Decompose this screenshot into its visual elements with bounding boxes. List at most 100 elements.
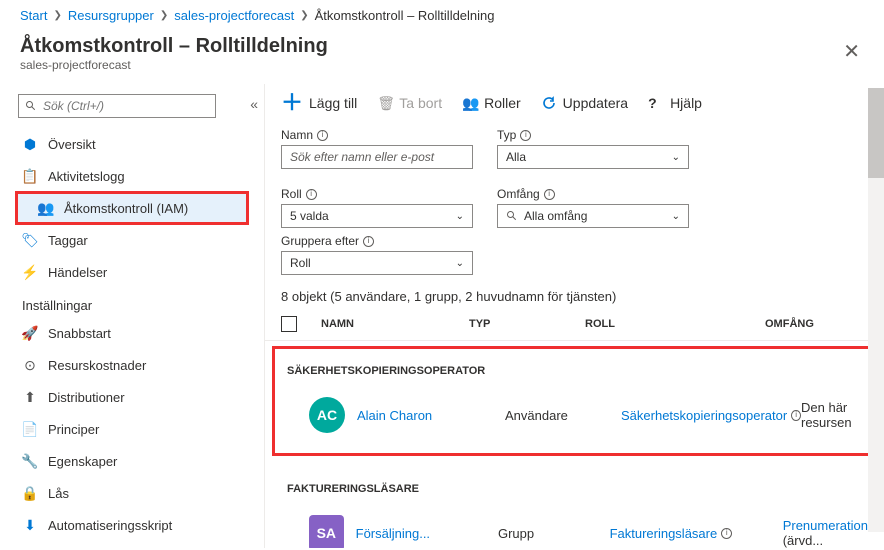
info-icon[interactable]: i [544,189,555,200]
page-title: Åtkomstkontroll – Rolltilldelning [20,35,328,58]
cube-icon: ⬢ [22,136,38,152]
table-row[interactable]: SA Försäljning... Grupp Faktureringsläsa… [281,509,868,548]
deploy-icon: ⬆ [22,389,38,405]
money-icon: ⊙ [22,357,38,373]
page-subtitle: sales-projectforecast [20,58,328,72]
scope-text: Den här resursen [801,400,852,430]
sidebar-item-activitylog[interactable]: 📋 Aktivitetslogg [0,160,264,192]
scope-link[interactable]: Prenumeration [783,518,868,533]
sidebar-item-label: Automatiseringsskript [48,518,172,533]
sidebar-item-label: Distributioner [48,390,125,405]
group-name-link[interactable]: Försäljning... [356,526,430,541]
info-icon[interactable]: i [306,189,317,200]
col-header-scope[interactable]: OMFÅNG [765,318,868,330]
info-icon[interactable]: i [317,130,328,141]
sidebar-item-label: Taggar [48,233,88,248]
page-header: Åtkomstkontroll – Rolltilldelning sales-… [0,31,884,84]
chevron-down-icon: ⌄ [456,258,464,269]
chevron-down-icon: ⌄ [672,152,680,163]
sidebar-item-locks[interactable]: 🔒 Lås [0,477,264,509]
trash-icon: 🗑 [377,95,393,111]
roles-label: Roller [484,95,521,111]
chevron-down-icon: ⌄ [672,211,680,222]
sidebar-item-label: Åtkomstkontroll (IAM) [64,201,188,216]
sidebar-item-automation[interactable]: ⬇ Automatiseringsskript [0,509,264,541]
user-type: Användare [505,408,621,423]
type-filter-select[interactable]: Alla ⌄ [497,145,689,169]
sidebar-item-tags[interactable]: 🏷 Taggar [0,224,264,256]
role-link[interactable]: Faktureringsläsarei [610,526,783,541]
sidebar-search[interactable] [18,94,216,118]
toolbar: ＋ Lägg till 🗑 Ta bort 👥 Roller Uppdatera… [265,92,884,128]
sidebar-item-overview[interactable]: ⬢ Översikt [0,128,264,160]
scope-filter-label: Omfång [497,187,540,201]
chevron-right-icon: ❯ [160,10,168,21]
sidebar-search-input[interactable] [43,99,209,113]
info-icon[interactable]: i [520,130,531,141]
info-icon[interactable]: i [363,236,374,247]
scope-filter-select[interactable]: Alla omfång ⌄ [497,204,689,228]
roles-button[interactable]: 👥 Roller [462,95,521,111]
sidebar-item-label: Lås [48,486,69,501]
group-backup-operator: SÄKERHETSKOPIERINGSOPERATOR AC Alain Cha… [275,349,874,453]
log-icon: 📋 [22,168,38,184]
lock-icon: 🔒 [22,485,38,501]
delete-button[interactable]: 🗑 Ta bort [377,95,442,111]
refresh-icon [541,95,557,111]
refresh-button[interactable]: Uppdatera [541,95,628,111]
summary-text: 8 objekt (5 användare, 1 grupp, 2 huvudn… [265,275,884,308]
add-button[interactable]: ＋ Lägg till [281,92,357,114]
sidebar-item-costs[interactable]: ⊙ Resurskostnader [0,349,264,381]
type-filter-label: Typ [497,128,516,142]
search-icon [506,210,518,222]
breadcrumb-link[interactable]: Resursgrupper [68,8,154,23]
group-title: FAKTURERINGSLÄSARE [281,477,868,509]
table-header: NAMN TYP ROLL OMFÅNG [265,308,884,341]
sidebar-item-iam[interactable]: 👥 Åtkomstkontroll (IAM) [16,192,248,224]
groupby-value: Roll [290,256,311,270]
role-filter-value: 5 valda [290,209,329,223]
breadcrumb-link[interactable]: sales-projectforecast [174,8,294,23]
flash-icon: ⚡ [22,264,38,280]
avatar: AC [309,397,345,433]
user-name-link[interactable]: Alain Charon [357,408,432,423]
add-label: Lägg till [309,95,357,111]
col-header-type[interactable]: TYP [469,318,585,330]
sidebar-item-policies[interactable]: 📄 Principer [0,413,264,445]
table-row[interactable]: AC Alain Charon Användare Säkerhetskopie… [281,391,868,439]
chevron-right-icon: ❯ [53,10,61,21]
sidebar-item-events[interactable]: ⚡ Händelser [0,256,264,288]
sidebar-item-quickstart[interactable]: 🚀 Snabbstart [0,317,264,349]
roles-icon: 👥 [462,95,478,111]
people-icon: 👥 [38,200,54,216]
group-title: SÄKERHETSKOPIERINGSOPERATOR [281,359,868,391]
collapse-sidebar-icon[interactable]: « [250,96,258,112]
breadcrumb-link[interactable]: Start [20,8,47,23]
help-button[interactable]: ? Hjälp [648,95,702,111]
scope-filter-value: Alla omfång [524,209,587,223]
sidebar-item-label: Snabbstart [48,326,111,341]
name-filter-input[interactable] [281,145,473,169]
refresh-label: Uppdatera [563,95,628,111]
delete-label: Ta bort [399,95,442,111]
role-filter-label: Roll [281,187,302,201]
help-label: Hjälp [670,95,702,111]
search-icon [25,100,37,112]
policy-icon: 📄 [22,421,38,437]
groupby-select[interactable]: Roll ⌄ [281,251,473,275]
info-icon[interactable]: i [721,528,732,539]
info-icon[interactable]: i [791,410,801,421]
groupby-label: Gruppera efter [281,234,359,248]
role-link[interactable]: Säkerhetskopieringsoperatori [621,408,801,423]
col-header-role[interactable]: ROLL [585,318,765,330]
close-button[interactable]: ✕ [839,35,864,68]
role-filter-select[interactable]: 5 valda ⌄ [281,204,473,228]
chevron-right-icon: ❯ [300,10,308,21]
scrollbar-vertical[interactable] [868,88,884,532]
sidebar-item-properties[interactable]: 🔧 Egenskaper [0,445,264,477]
filters: Namni Typi Alla ⌄ Rolli 5 valda ⌄ [265,128,884,228]
col-header-name[interactable]: NAMN [321,318,469,330]
sidebar-item-deployments[interactable]: ⬆ Distributioner [0,381,264,413]
select-all-checkbox[interactable] [281,316,297,332]
props-icon: 🔧 [22,453,38,469]
